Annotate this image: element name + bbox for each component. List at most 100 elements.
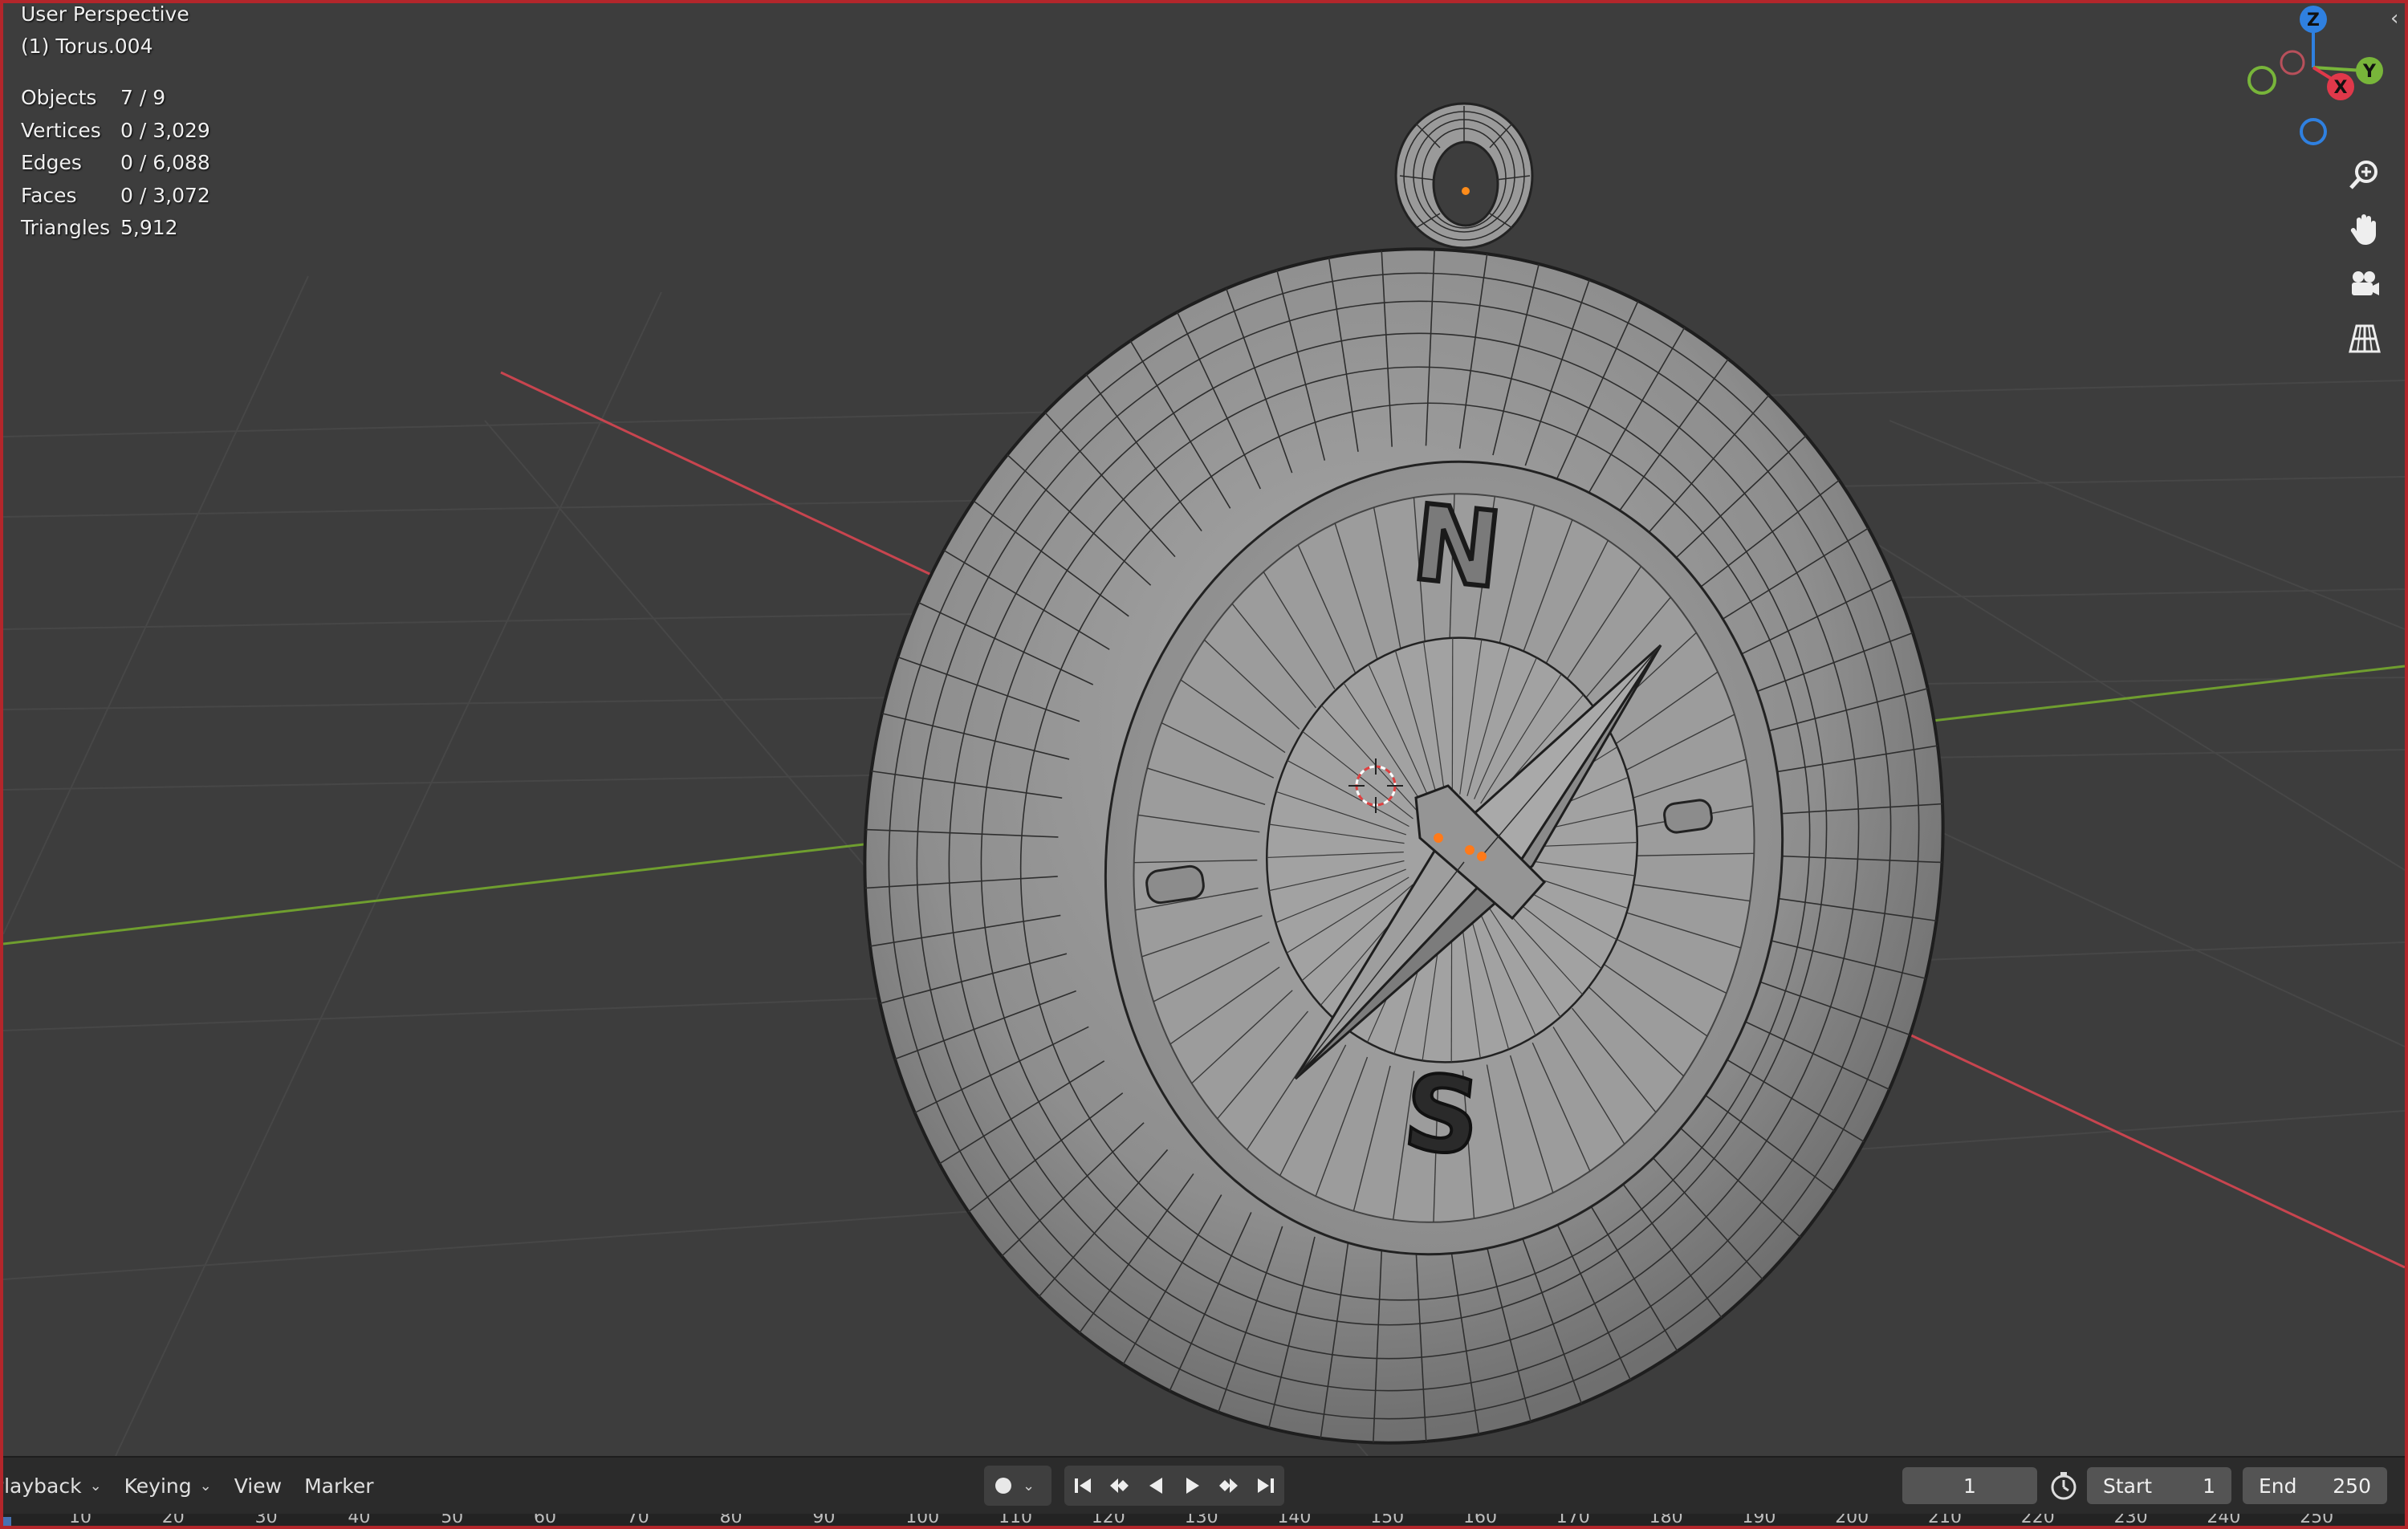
chevron-down-icon: ⌄ (199, 1477, 212, 1494)
stat-row: Faces 0 / 3,072 (21, 180, 210, 213)
play-reverse-icon (1149, 1478, 1163, 1494)
zoom-icon (2349, 161, 2377, 189)
camera-icon (2352, 271, 2379, 295)
start-frame-label: Start (2103, 1474, 2153, 1498)
jump-to-keyframe-back-button[interactable] (1104, 1471, 1133, 1500)
gizmo-z-label: Z (2307, 10, 2320, 30)
gizmo-neg-y[interactable] (2247, 66, 2276, 95)
blender-window: N S User Perspective (1) Torus.004 Objec… (0, 0, 2408, 1529)
chevron-down-icon: ⌄ (89, 1477, 102, 1494)
ruler-tick-label: 70 (626, 1514, 649, 1527)
stat-value: 7 / 9 (120, 86, 166, 109)
stopwatch-icon[interactable] (2047, 1469, 2081, 1503)
stat-value: 0 / 3,072 (120, 183, 210, 207)
ruler-tick-label: 220 (2020, 1514, 2055, 1527)
jump-start-icon (1074, 1478, 1091, 1493)
timeline-header: Playback ⌄ Keying ⌄ View Marker ⌄ 1 Start … (3, 1456, 2405, 1514)
stat-label: Faces (21, 183, 77, 207)
ruler-tick-label: 120 (1091, 1514, 1125, 1527)
3d-viewport[interactable]: N S User Perspective (1) Torus.004 Objec… (3, 3, 2405, 1456)
auto-keying-toggle[interactable]: ⌄ (984, 1466, 1051, 1506)
menu-playback[interactable]: Playback ⌄ (0, 1466, 102, 1506)
ruler-tick-label: 250 (2300, 1514, 2334, 1527)
stat-value: 5,912 (120, 216, 178, 239)
keyframe-forward-icon (1219, 1478, 1239, 1493)
ruler-tick-label: 180 (1649, 1514, 1683, 1527)
stat-label: Objects (21, 86, 97, 109)
stat-value: 0 / 6,088 (120, 151, 210, 174)
north-letter: N (1407, 482, 1507, 612)
gizmo-neg-z[interactable] (2300, 118, 2327, 145)
ruler-tick-label: 30 (254, 1514, 278, 1527)
ruler-tick-label: 240 (2207, 1514, 2241, 1527)
stat-label: Edges (21, 151, 82, 174)
start-frame-field[interactable]: Start 1 (2087, 1467, 2231, 1504)
stat-row: Triangles 5,912 (21, 212, 210, 245)
ruler-tick-label: 80 (719, 1514, 742, 1527)
menu-view-label: View (234, 1474, 283, 1498)
ruler-tick-label: 110 (999, 1514, 1032, 1527)
toggle-perspective-button[interactable] (2339, 313, 2390, 364)
playback-controls (1064, 1466, 1284, 1506)
ruler-tick-label: 150 (1370, 1514, 1405, 1527)
start-frame-value: 1 (2203, 1474, 2215, 1498)
gizmo-neg-x[interactable] (2280, 50, 2305, 75)
view-name-label: User Perspective (21, 3, 189, 26)
stat-label: Vertices (21, 118, 101, 142)
pan-button[interactable] (2339, 204, 2390, 255)
viewport-scene[interactable]: N S (3, 3, 2405, 1456)
gizmo-y-label: Y (2362, 62, 2377, 82)
ruler-tick-label: 50 (441, 1514, 464, 1527)
end-frame-value: 250 (2333, 1474, 2371, 1498)
active-object-label: (1) Torus.004 (21, 35, 153, 58)
menu-keying[interactable]: Keying ⌄ (124, 1466, 212, 1506)
jump-end-icon (1258, 1478, 1275, 1493)
current-frame-field[interactable]: 1 (1902, 1467, 2037, 1504)
ruler-tick-label: 10 (69, 1514, 92, 1527)
ruler-tick-label: 20 (161, 1514, 185, 1527)
jump-to-keyframe-forward-button[interactable] (1214, 1471, 1243, 1500)
ruler-tick-label: 130 (1184, 1514, 1218, 1527)
stat-row: Vertices 0 / 3,029 (21, 115, 210, 148)
pendant-loop[interactable] (1394, 102, 1534, 250)
ruler-tick-label: 230 (2113, 1514, 2148, 1527)
ruler-tick-label: 90 (812, 1514, 836, 1527)
collapse-arrow-icon[interactable]: ‹ (2390, 6, 2398, 30)
east-marker (1663, 799, 1713, 834)
camera-view-button[interactable] (2339, 258, 2390, 310)
stat-label: Triangles (21, 216, 111, 239)
ruler-tick-label: 40 (348, 1514, 371, 1527)
menu-view[interactable]: View (234, 1466, 282, 1506)
menu-playback-label: Playback (0, 1474, 82, 1498)
menu-keying-label: Keying (124, 1474, 192, 1498)
play-button[interactable] (1178, 1471, 1207, 1500)
ruler-tick-label: 140 (1277, 1514, 1312, 1527)
ruler-tick-label: 60 (534, 1514, 556, 1527)
play-icon (1186, 1478, 1199, 1494)
stat-value: 0 / 3,029 (120, 118, 210, 142)
navigation-gizmo[interactable]: Z Y X (2235, 3, 2403, 156)
hand-pan-icon (2350, 214, 2376, 245)
south-letter: S (1398, 1051, 1486, 1180)
menu-marker[interactable]: Marker (304, 1466, 373, 1506)
keyframe-back-icon (1110, 1478, 1129, 1493)
stat-row: Objects 7 / 9 (21, 82, 210, 115)
menu-marker-label: Marker (304, 1474, 374, 1498)
end-frame-field[interactable]: End 250 (2243, 1467, 2387, 1504)
jump-to-start-button[interactable] (1068, 1471, 1097, 1500)
play-reverse-button[interactable] (1141, 1471, 1170, 1500)
ruler-tick-label: 170 (1556, 1514, 1590, 1527)
west-marker (1145, 864, 1205, 905)
ruler-tick-label: 100 (905, 1514, 940, 1527)
gizmo-x-label: X (2334, 78, 2348, 98)
playhead-marker[interactable] (3, 1517, 11, 1526)
record-icon (995, 1478, 1011, 1494)
timeline-ruler[interactable]: 10 20 30 40 50 60 70 80 90 100 110 120 130 140 150 160 1… (3, 1514, 2405, 1527)
ruler-tick-label: 160 (1463, 1514, 1497, 1527)
ruler-tick-label: 200 (1835, 1514, 1869, 1527)
ruler-tick-label: 190 (1742, 1514, 1776, 1527)
ruler-tick-label: 210 (1928, 1514, 1962, 1527)
chevron-down-icon[interactable]: ⌄ (1023, 1478, 1035, 1494)
jump-to-end-button[interactable] (1251, 1471, 1280, 1500)
zoom-button[interactable] (2339, 149, 2390, 201)
